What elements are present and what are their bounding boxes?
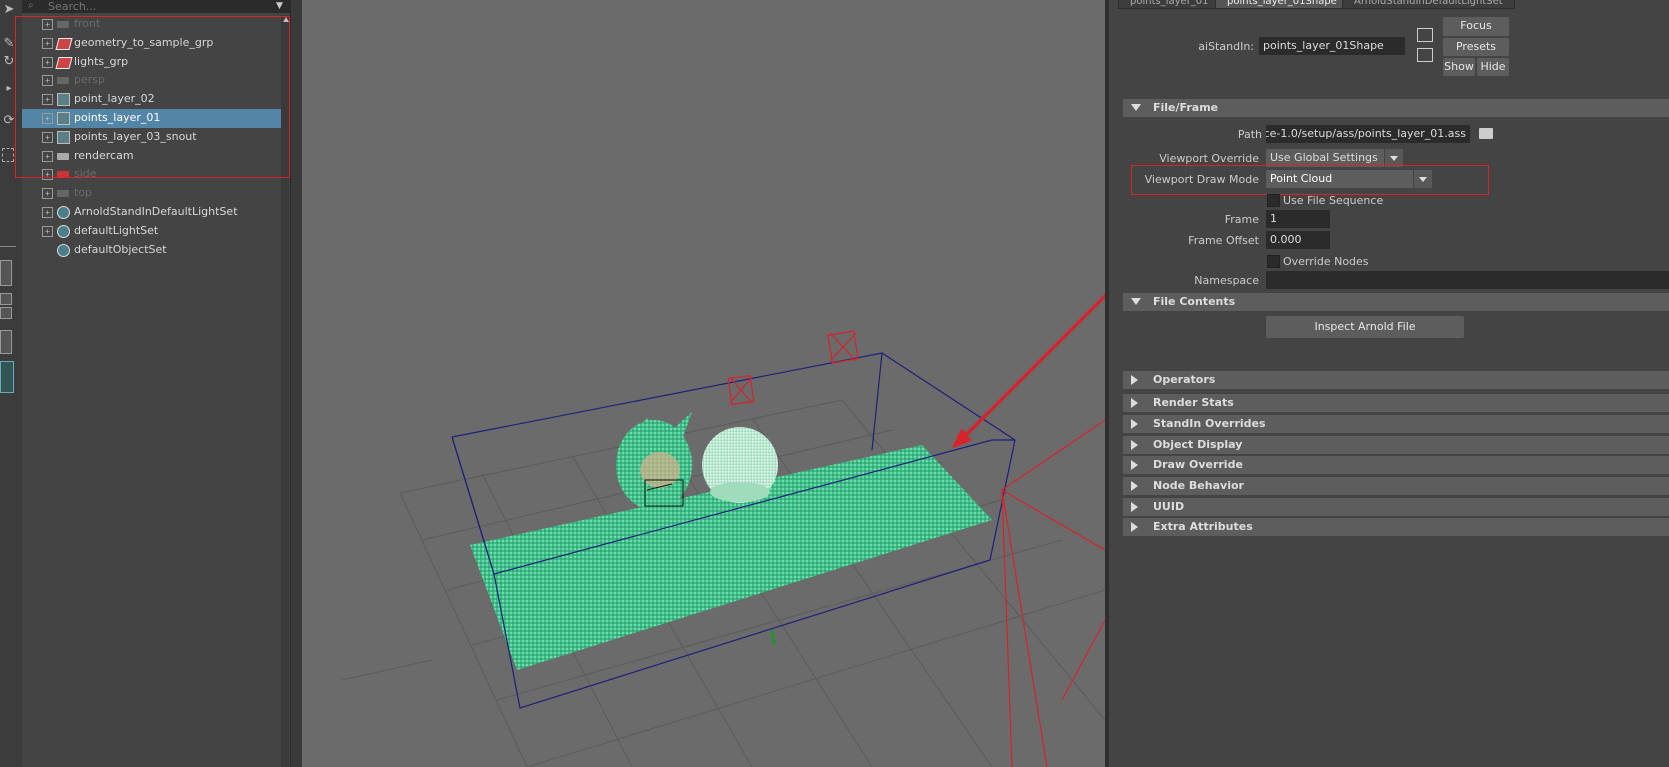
section-label: Extra Attributes xyxy=(1153,520,1253,533)
search-menu-icon[interactable]: ▼ xyxy=(276,0,286,12)
path-field[interactable]: source-1.0/setup/ass/points_layer_01.ass xyxy=(1266,125,1470,143)
paint-brush-icon[interactable]: ✎ xyxy=(2,37,16,51)
outliner-item[interactable]: defaultObjectSet xyxy=(22,241,284,260)
outliner-search-bar: ⌕ ▼ xyxy=(22,0,290,13)
section-label: Render Stats xyxy=(1153,396,1234,409)
section-header-extra-attributes[interactable]: Extra Attributes xyxy=(1123,518,1669,536)
hide-button[interactable]: Hide xyxy=(1477,58,1509,76)
section-label: StandIn Overrides xyxy=(1153,417,1266,430)
section-label: Draw Override xyxy=(1153,458,1243,471)
outliner-layout-icon[interactable] xyxy=(0,361,14,393)
collapse-triangle-icon xyxy=(1131,440,1138,450)
frame-label: Frame xyxy=(1224,213,1259,226)
set-icon xyxy=(57,224,71,238)
collapse-triangle-icon xyxy=(1131,522,1138,532)
focus-output-icon[interactable] xyxy=(1417,48,1433,62)
layout-four-icon[interactable] xyxy=(0,307,12,319)
section-label: UUID xyxy=(1153,500,1185,513)
viewport-draw-mode-highlight-box xyxy=(1131,165,1489,195)
use-file-sequence-checkbox[interactable] xyxy=(1267,194,1280,207)
outliner-item[interactable]: + defaultLightSet xyxy=(22,222,284,241)
section-header-node-behavior[interactable]: Node Behavior xyxy=(1123,477,1669,495)
expand-plus-icon[interactable]: + xyxy=(42,188,53,200)
inspect-arnold-file-button[interactable]: Inspect Arnold File xyxy=(1266,316,1464,338)
override-nodes-label: Override Nodes xyxy=(1283,255,1369,268)
outliner-item[interactable]: + ArnoldStandInDefaultLightSet xyxy=(22,203,284,222)
collapse-triangle-icon xyxy=(1131,502,1138,512)
node-name-field[interactable]: points_layer_01Shape xyxy=(1259,37,1405,55)
collapse-triangle-icon xyxy=(1131,419,1138,429)
show-button[interactable]: Show xyxy=(1443,58,1475,76)
section-header-object-display[interactable]: Object Display xyxy=(1123,436,1669,454)
frame-offset-label: Frame Offset xyxy=(1188,234,1259,247)
expand-plus-icon[interactable]: + xyxy=(42,207,53,218)
tab-arnold-standin-light-set[interactable]: ArnoldStandInDefaultLightSet xyxy=(1342,0,1515,9)
override-nodes-checkbox[interactable] xyxy=(1267,255,1280,268)
namespace-field[interactable] xyxy=(1266,271,1669,289)
expand-triangle-icon xyxy=(1131,104,1141,111)
layout-two-icon[interactable] xyxy=(0,293,12,305)
collapse-triangle-icon xyxy=(1131,460,1138,470)
section-label: Object Display xyxy=(1153,438,1243,451)
layout-single-icon[interactable] xyxy=(0,260,12,286)
section-header-standin-overrides[interactable]: StandIn Overrides xyxy=(1123,415,1669,433)
tab-points-layer-01[interactable]: points_layer_01 xyxy=(1118,0,1221,9)
outliner-item-label: defaultObjectSet xyxy=(74,242,167,256)
section-label: Operators xyxy=(1153,373,1216,386)
collapse-triangle-icon xyxy=(1131,375,1138,385)
lasso-icon[interactable]: ↻ xyxy=(2,55,16,69)
camera-icon xyxy=(57,186,71,200)
use-file-sequence-label: Use File Sequence xyxy=(1283,194,1384,207)
node-type-label: aiStandIn: xyxy=(1198,40,1254,53)
toolbox-divider xyxy=(0,246,16,247)
viewport-override-value: Use Global Settings xyxy=(1270,151,1378,164)
presets-button[interactable]: Presets xyxy=(1443,38,1509,56)
file-contents-section-header[interactable]: File Contents xyxy=(1123,293,1669,311)
folder-icon[interactable] xyxy=(1479,128,1493,139)
section-header-operators[interactable]: Operators xyxy=(1123,371,1669,389)
set-icon xyxy=(57,205,71,219)
select-arrow-icon[interactable]: ➤ xyxy=(2,3,16,17)
search-input[interactable] xyxy=(48,0,268,12)
frame-offset-field[interactable]: 0.000 xyxy=(1266,231,1330,249)
rotate-icon[interactable]: ⟳ xyxy=(2,114,16,128)
viewport-override-label: Viewport Override xyxy=(1159,152,1259,165)
outliner-item-label: top xyxy=(74,186,93,200)
marquee-icon[interactable] xyxy=(2,148,14,162)
section-header-draw-override[interactable]: Draw Override xyxy=(1123,456,1669,474)
namespace-label: Namespace xyxy=(1194,274,1259,287)
section-label: Node Behavior xyxy=(1153,479,1244,492)
expand-triangle-icon xyxy=(1131,298,1141,305)
outliner-item-label: defaultLightSet xyxy=(74,223,159,237)
section-header-uuid[interactable]: UUID xyxy=(1123,498,1669,516)
outliner-highlight-box xyxy=(15,16,290,178)
set-icon xyxy=(57,243,71,257)
collapse-triangle-icon xyxy=(1131,398,1138,408)
layout-persp-icon[interactable] xyxy=(0,330,12,354)
collapse-triangle-icon xyxy=(1131,481,1138,491)
tab-points-layer-01-shape[interactable]: points_layer_01Shape xyxy=(1215,0,1349,9)
expand-plus-icon[interactable]: + xyxy=(42,225,53,237)
outliner-item-label: ArnoldStandInDefaultLightSet xyxy=(74,205,238,218)
file-frame-section-header[interactable]: File/Frame xyxy=(1123,99,1669,117)
section-header-render-stats[interactable]: Render Stats xyxy=(1123,394,1669,412)
move-icon[interactable]: ▸ xyxy=(2,82,16,96)
frame-field[interactable]: 1 xyxy=(1266,210,1330,228)
search-icon: ⌕ xyxy=(28,0,34,11)
focus-button[interactable]: Focus xyxy=(1443,17,1509,36)
focus-input-icon[interactable] xyxy=(1417,28,1433,42)
outliner-item[interactable]: + top xyxy=(22,184,284,203)
origin-axis xyxy=(770,629,776,646)
path-label: Path xyxy=(1237,128,1262,141)
